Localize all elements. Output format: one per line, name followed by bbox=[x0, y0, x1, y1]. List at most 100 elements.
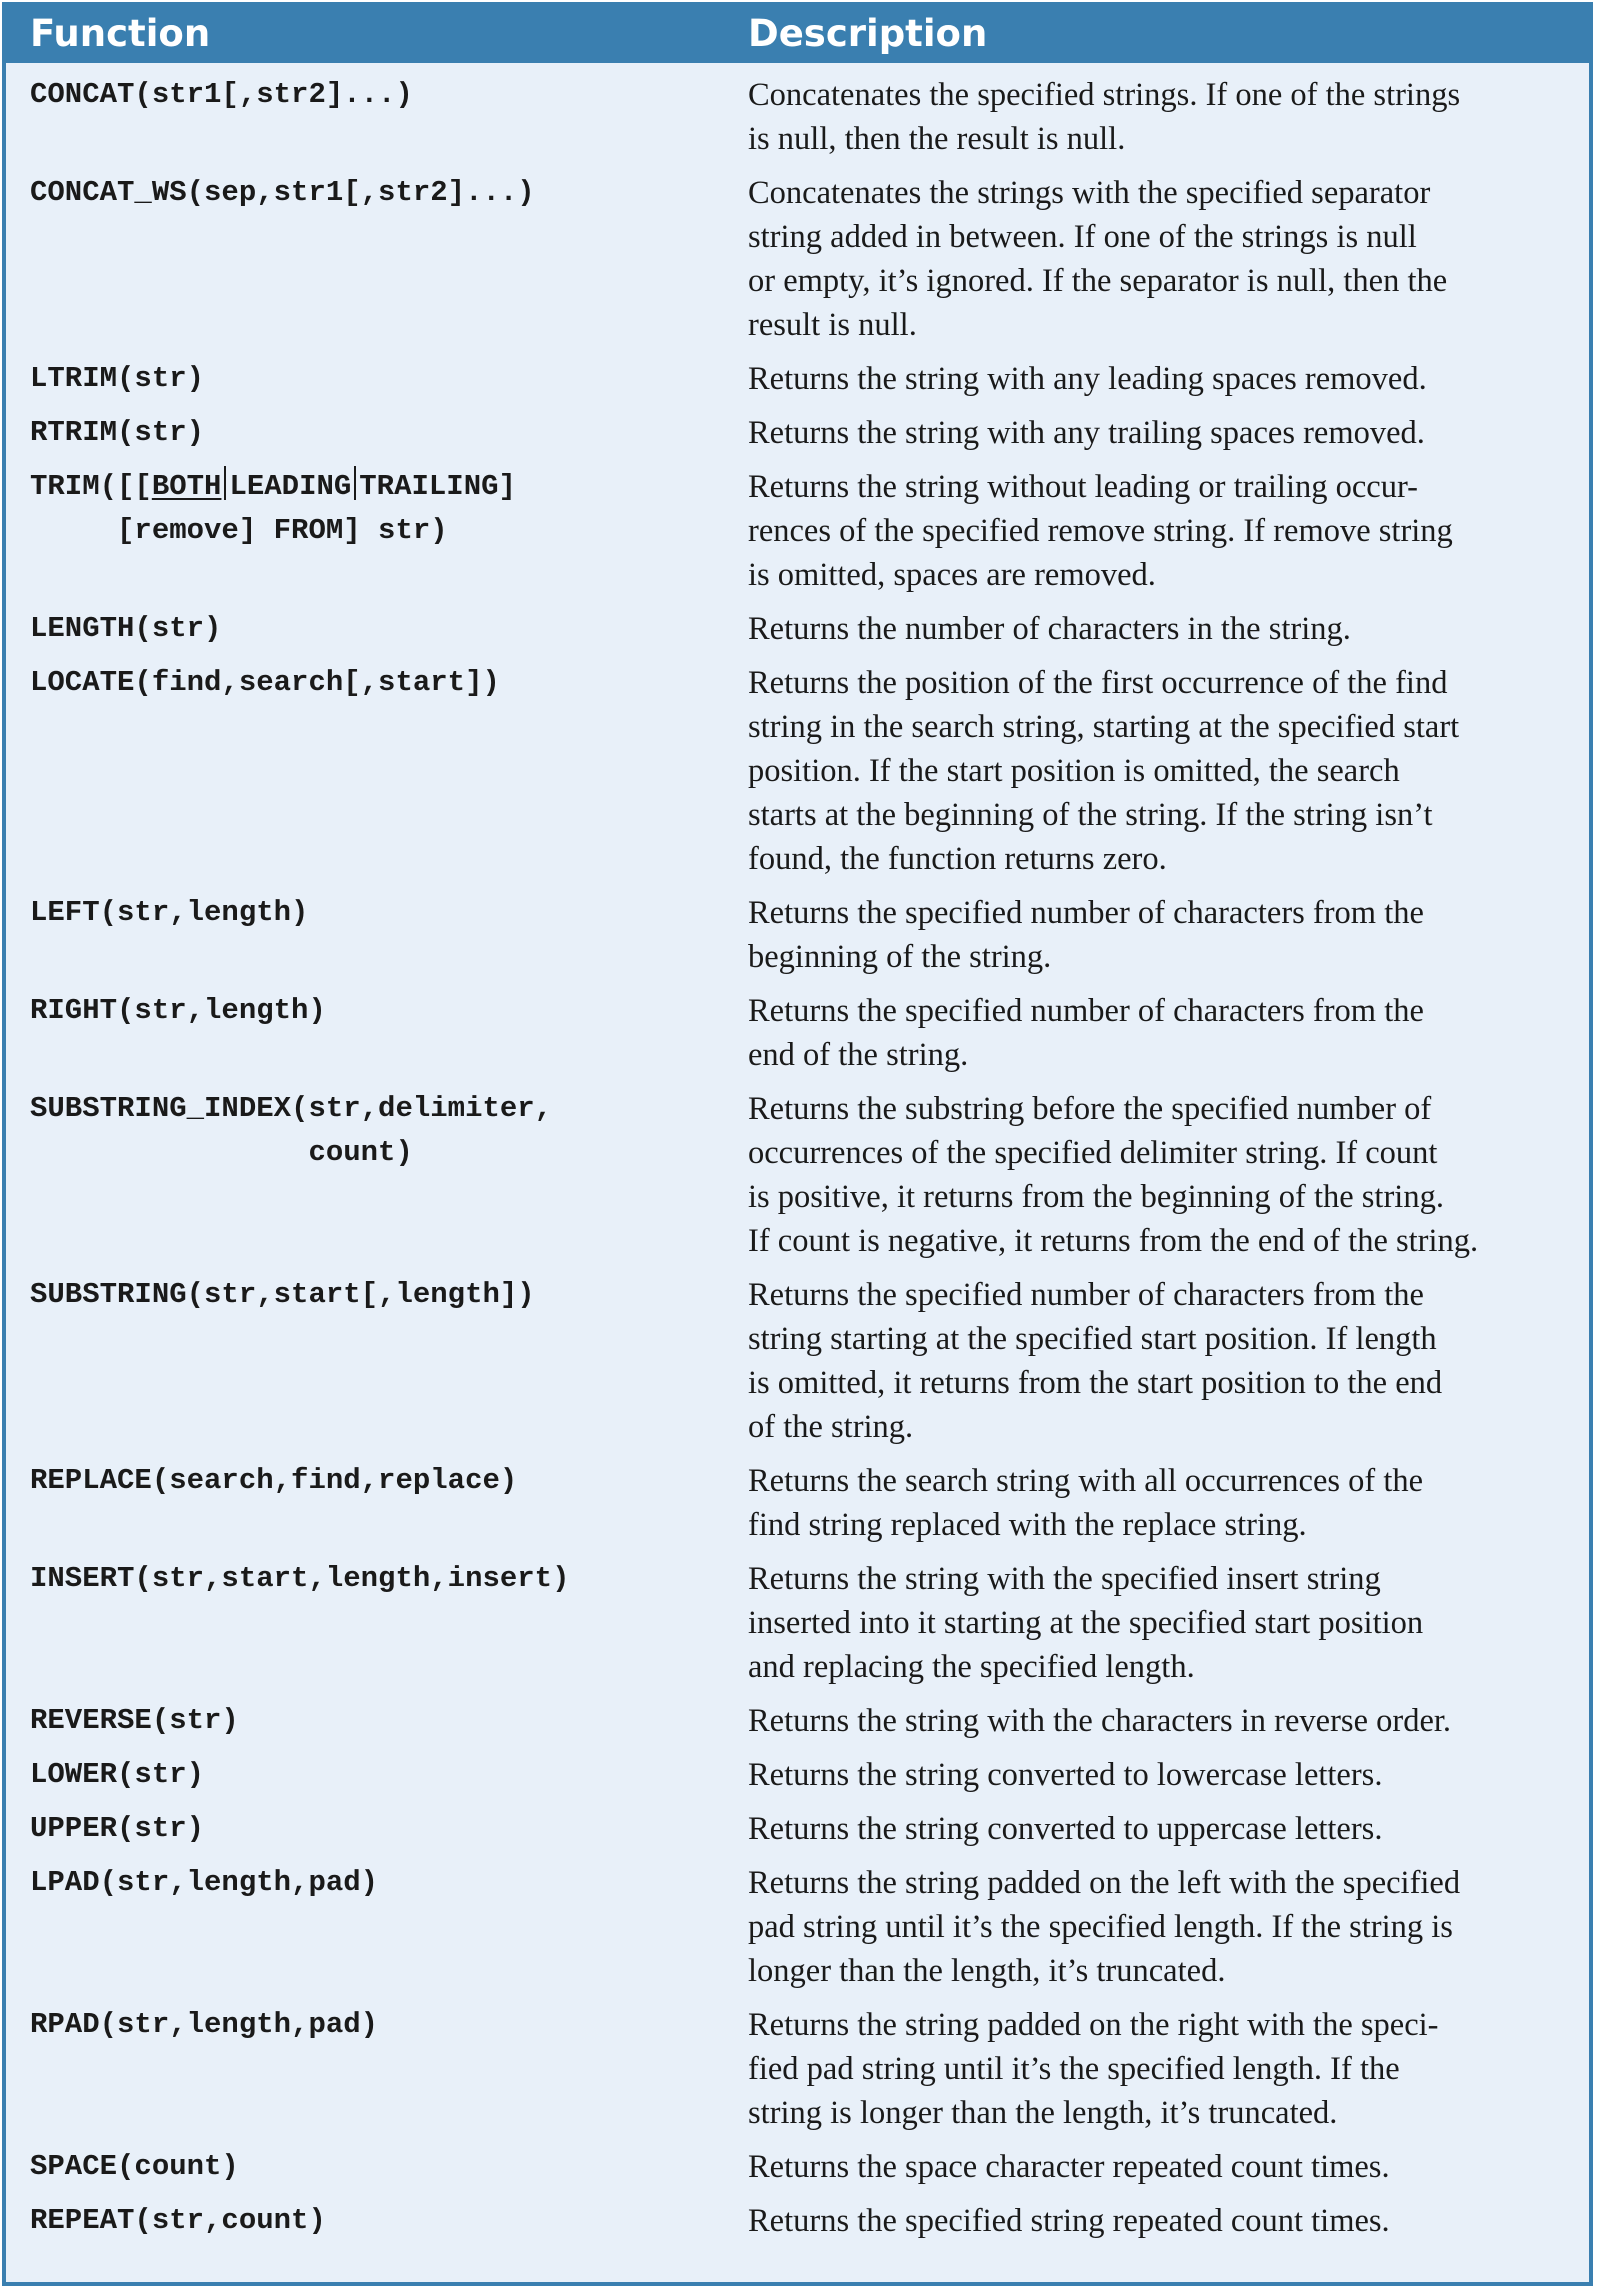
function-signature: SUBSTRING_INDEX(str,delimiter, count) bbox=[6, 1087, 742, 1263]
description-line: starts at the beginning of the string. I… bbox=[748, 797, 1433, 833]
description-line: Returns the string converted to uppercas… bbox=[748, 1811, 1383, 1847]
description-line: inserted into it starting at the specifi… bbox=[748, 1605, 1424, 1641]
function-signature: SPACE(count) bbox=[6, 2145, 742, 2189]
function-description: Returns the string without leading or tr… bbox=[742, 465, 1589, 597]
table-row: CONCAT(str1[,str2]...) Concatenates the s… bbox=[6, 63, 1589, 161]
table-body: CONCAT(str1[,str2]...) Concatenates the s… bbox=[6, 63, 1589, 2243]
table-row: REPLACE(search,find,replace) Returns the … bbox=[6, 1449, 1589, 1547]
function-signature-line: REPLACE(search,find,replace) bbox=[30, 1464, 518, 1497]
function-signature: RPAD(str,length,pad) bbox=[6, 2003, 742, 2135]
description-line: pad string until it’s the specified leng… bbox=[748, 1909, 1453, 1945]
description-line: string starting at the specified start p… bbox=[748, 1321, 1437, 1357]
table-row: LEFT(str,length) Returns the specified nu… bbox=[6, 881, 1589, 979]
function-description: Returns the specified number of characte… bbox=[742, 1273, 1589, 1449]
function-signature-line: LPAD(str,length,pad) bbox=[30, 1866, 379, 1899]
function-description: Returns the string with any trailing spa… bbox=[742, 411, 1589, 455]
table-row: REVERSE(str) Returns the string with the … bbox=[6, 1689, 1589, 1743]
function-signature-line: [remove] FROM] str) bbox=[30, 514, 448, 547]
description-line: found, the function returns zero. bbox=[748, 841, 1167, 877]
description-line: is omitted, it returns from the start po… bbox=[748, 1365, 1443, 1401]
description-line: or empty, it’s ignored. If the separator… bbox=[748, 263, 1448, 299]
description-line: Returns the number of characters in the … bbox=[748, 611, 1351, 647]
function-signature-line: TRIM([[BOTH LEADING TRAILING] bbox=[30, 465, 742, 509]
table-row: SPACE(count) Returns the space character … bbox=[6, 2135, 1589, 2189]
function-signature-line: count) bbox=[30, 1136, 413, 1169]
function-signature: LPAD(str,length,pad) bbox=[6, 1861, 742, 1993]
function-signature-line: REVERSE(str) bbox=[30, 1704, 239, 1737]
function-description: Returns the specified string repeated co… bbox=[742, 2199, 1589, 2243]
function-signature-line: RIGHT(str,length) bbox=[30, 994, 326, 1027]
table-row: RTRIM(str) Returns the string with any tr… bbox=[6, 401, 1589, 455]
function-signature: LOCATE(find,search[,start]) bbox=[6, 661, 742, 881]
function-signature-line: CONCAT_WS(sep,str1[,str2]...) bbox=[30, 176, 535, 209]
function-signature: LEFT(str,length) bbox=[6, 891, 742, 979]
table-row: SUBSTRING(str,start[,length]) Returns the… bbox=[6, 1263, 1589, 1449]
function-signature: SUBSTRING(str,start[,length]) bbox=[6, 1273, 742, 1449]
description-line: Returns the specified number of characte… bbox=[748, 1277, 1424, 1313]
table-row: LOCATE(find,search[,start]) Returns the p… bbox=[6, 651, 1589, 881]
description-line: is omitted, spaces are removed. bbox=[748, 557, 1156, 593]
function-description: Returns the specified number of characte… bbox=[742, 891, 1589, 979]
description-line: Returns the specified number of characte… bbox=[748, 895, 1424, 931]
description-line: position. If the start position is omitt… bbox=[748, 753, 1400, 789]
function-signature-line: LEFT(str,length) bbox=[30, 896, 309, 929]
function-signature: INSERT(str,start,length,insert) bbox=[6, 1557, 742, 1689]
function-description: Returns the position of the first occurr… bbox=[742, 661, 1589, 881]
description-line: string added in between. If one of the s… bbox=[748, 219, 1417, 255]
description-line: Returns the string with any trailing spa… bbox=[748, 415, 1425, 451]
description-line: is null, then the result is null. bbox=[748, 121, 1126, 157]
function-signature: RIGHT(str,length) bbox=[6, 989, 742, 1077]
description-line: Returns the string with the specified in… bbox=[748, 1561, 1381, 1597]
table-row: LTRIM(str) Returns the string with any le… bbox=[6, 347, 1589, 401]
description-line: and replacing the specified length. bbox=[748, 1649, 1195, 1685]
table-row: SUBSTRING_INDEX(str,delimiter, count) Ret… bbox=[6, 1077, 1589, 1263]
function-description: Concatenates the specified strings. If o… bbox=[742, 73, 1589, 161]
description-line: Returns the string without leading or tr… bbox=[748, 469, 1418, 505]
description-column-header: Description bbox=[748, 12, 988, 55]
function-signature-line: CONCAT(str1[,str2]...) bbox=[30, 78, 413, 111]
description-line: If count is negative, it returns from th… bbox=[748, 1223, 1479, 1259]
description-line: Returns the position of the first occurr… bbox=[748, 665, 1448, 701]
function-column-header: Function bbox=[30, 12, 211, 55]
function-signature: CONCAT_WS(sep,str1[,str2]...) bbox=[6, 171, 742, 347]
function-description: Returns the number of characters in the … bbox=[742, 607, 1589, 651]
description-line: occurrences of the specified delimiter s… bbox=[748, 1135, 1438, 1171]
function-signature-line: LOWER(str) bbox=[30, 1758, 205, 1791]
function-signature-line: LENGTH(str) bbox=[30, 612, 222, 645]
function-signature-line: SUBSTRING_INDEX(str,delimiter, bbox=[30, 1092, 553, 1125]
description-line: Returns the search string with all occur… bbox=[748, 1463, 1424, 1499]
function-signature-line: LOCATE(find,search[,start]) bbox=[30, 666, 500, 699]
function-description: Returns the search string with all occur… bbox=[742, 1459, 1589, 1547]
table-row: UPPER(str) Returns the string converted t… bbox=[6, 1797, 1589, 1851]
description-line: Returns the space character repeated cou… bbox=[748, 2149, 1390, 2185]
function-signature-line: RPAD(str,length,pad) bbox=[30, 2008, 379, 2041]
description-line: beginning of the string. bbox=[748, 939, 1052, 975]
description-line: fied pad string until it’s the specified… bbox=[748, 2051, 1400, 2087]
description-line: result is null. bbox=[748, 307, 917, 343]
pipe-separator bbox=[354, 466, 357, 500]
description-line: Returns the string with any leading spac… bbox=[748, 361, 1427, 397]
table-row: LENGTH(str) Returns the number of charact… bbox=[6, 597, 1589, 651]
function-signature-line: REPEAT(str,count) bbox=[30, 2204, 326, 2237]
trim-keyword-trailing: TRAILING] bbox=[359, 470, 516, 503]
table-row: RPAD(str,length,pad) Returns the string p… bbox=[6, 1993, 1589, 2135]
description-line: string in the search string, starting at… bbox=[748, 709, 1460, 745]
function-signature: REVERSE(str) bbox=[6, 1699, 742, 1743]
description-line: rences of the specified remove string. I… bbox=[748, 513, 1453, 549]
function-description: Returns the string with the specified in… bbox=[742, 1557, 1589, 1689]
description-line: end of the string. bbox=[748, 1037, 969, 1073]
function-signature: UPPER(str) bbox=[6, 1807, 742, 1851]
trim-keyword-leading: LEADING bbox=[229, 470, 352, 503]
function-description: Returns the specified number of characte… bbox=[742, 989, 1589, 1077]
function-signature: TRIM([[BOTH LEADING TRAILING] [remove] FRO… bbox=[6, 465, 742, 597]
description-line: Returns the specified string repeated co… bbox=[748, 2203, 1390, 2239]
function-signature-line: UPPER(str) bbox=[30, 1812, 205, 1845]
trim-keyword-both: BOTH bbox=[151, 470, 222, 503]
description-line: Concatenates the strings with the specif… bbox=[748, 175, 1431, 211]
description-line: longer than the length, it’s truncated. bbox=[748, 1953, 1226, 1989]
function-signature: LTRIM(str) bbox=[6, 357, 742, 401]
function-description: Returns the string padded on the right w… bbox=[742, 2003, 1589, 2135]
description-line: Returns the string converted to lowercas… bbox=[748, 1757, 1383, 1793]
function-signature: REPLACE(search,find,replace) bbox=[6, 1459, 742, 1547]
description-line: Concatenates the specified strings. If o… bbox=[748, 77, 1461, 113]
